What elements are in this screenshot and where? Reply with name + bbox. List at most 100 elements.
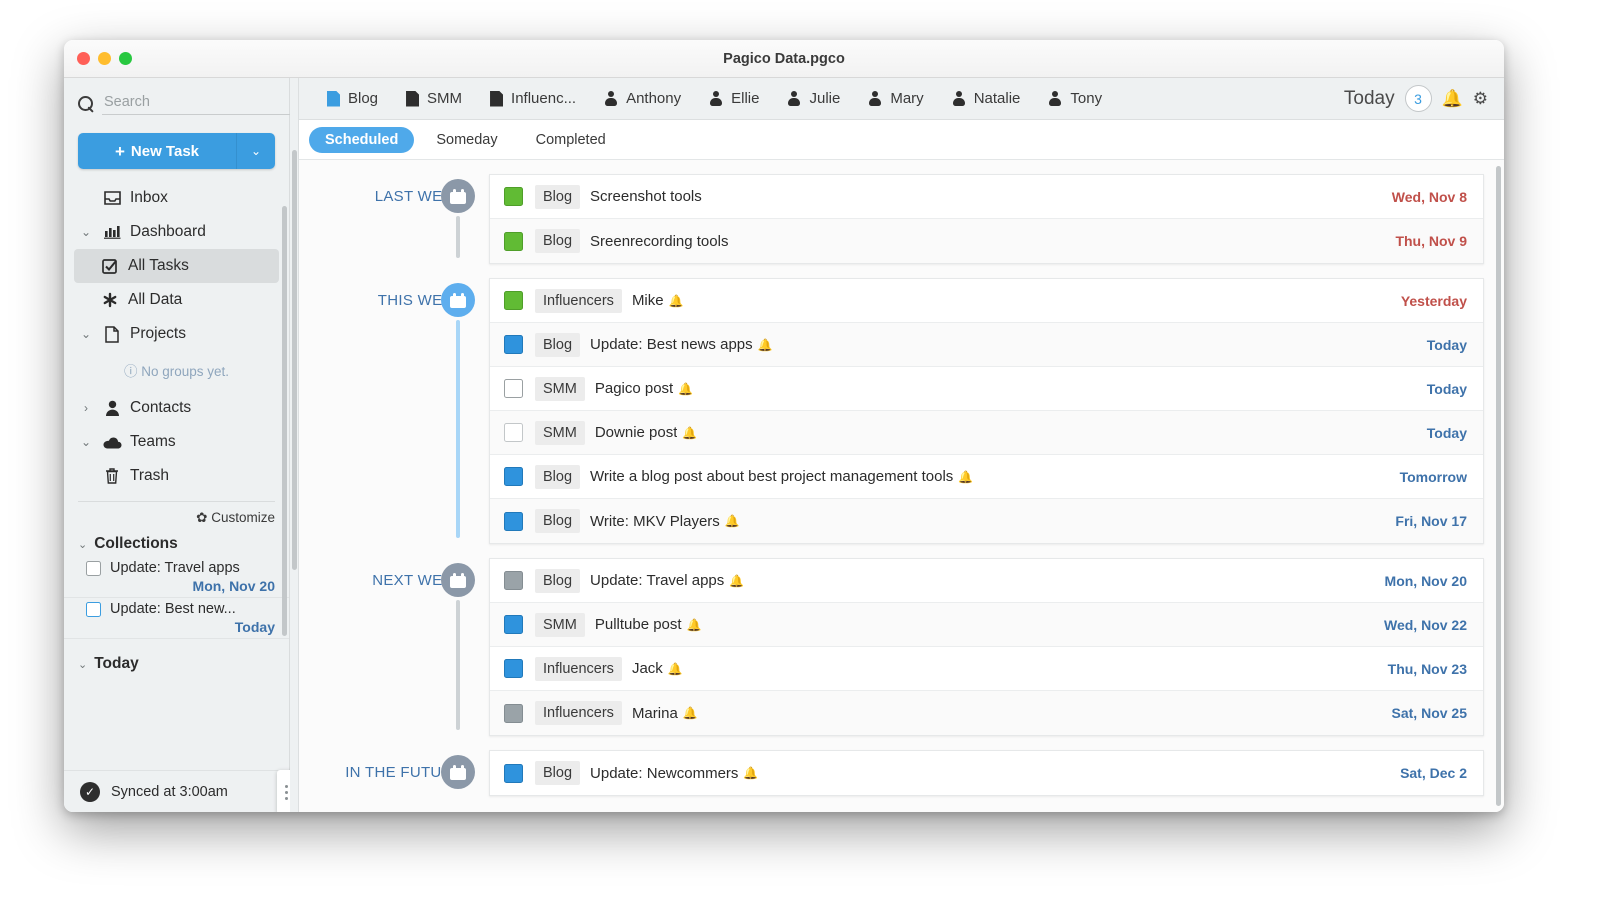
tab-julie[interactable]: Julie bbox=[773, 78, 854, 120]
today-count-badge[interactable]: 3 bbox=[1404, 85, 1432, 112]
minimize-button[interactable] bbox=[98, 52, 111, 65]
chevron-down-icon[interactable]: ⌄ bbox=[78, 538, 87, 551]
tab-mary[interactable]: Mary bbox=[854, 78, 937, 120]
task-checkbox[interactable] bbox=[504, 379, 523, 398]
task-checkbox[interactable] bbox=[504, 763, 523, 783]
table-row[interactable]: Blog Write: MKV Players 🔔 Fri, Nov 17 bbox=[490, 499, 1483, 543]
task-checkbox[interactable] bbox=[504, 335, 523, 354]
table-row[interactable]: Blog Screenshot tools Wed, Nov 8 bbox=[490, 175, 1483, 219]
task-checkbox[interactable] bbox=[504, 187, 523, 206]
customize-button[interactable]: ✿ Customize bbox=[64, 502, 289, 528]
collections-header[interactable]: ⌄ Collections bbox=[64, 528, 289, 557]
tab-scheduled[interactable]: Scheduled bbox=[309, 126, 415, 153]
table-row[interactable]: SMM Pagico post 🔔 Today bbox=[490, 367, 1483, 411]
list-item[interactable]: Update: Travel apps Mon, Nov 20 bbox=[64, 557, 289, 598]
sidebar-item-all-data[interactable]: All Data bbox=[74, 283, 279, 317]
page-icon bbox=[102, 325, 122, 343]
task-checkbox[interactable] bbox=[504, 703, 523, 723]
new-task-button[interactable]: + New Task bbox=[78, 133, 237, 169]
app-window: Pagico Data.pgco + New Task ⌄ bbox=[64, 40, 1504, 812]
task-checkbox[interactable] bbox=[504, 511, 523, 531]
checkbox-checked-icon bbox=[100, 258, 120, 274]
search-input[interactable] bbox=[102, 92, 293, 115]
trash-icon bbox=[102, 468, 122, 484]
task-checkbox[interactable] bbox=[86, 601, 101, 617]
table-row[interactable]: Influencers Marina 🔔 Sat, Nov 25 bbox=[490, 691, 1483, 735]
table-row[interactable]: Influencers Jack 🔔 Thu, Nov 23 bbox=[490, 647, 1483, 691]
task-checkbox[interactable] bbox=[504, 571, 523, 590]
task-title: Update: Travel apps bbox=[590, 572, 725, 589]
tab-ellie[interactable]: Ellie bbox=[695, 78, 773, 120]
tab-completed[interactable]: Completed bbox=[520, 127, 622, 153]
main-scrollbar[interactable] bbox=[1496, 166, 1501, 806]
chevron-right-icon[interactable]: › bbox=[78, 401, 94, 415]
task-group-next-week: NEXT WEEK Blog Update: Travel apps 🔔 Mon… bbox=[299, 544, 1504, 736]
collection-item-title: Update: Best new... bbox=[110, 601, 236, 617]
task-checkbox[interactable] bbox=[504, 615, 523, 634]
table-row[interactable]: Blog Update: Travel apps 🔔 Mon, Nov 20 bbox=[490, 559, 1483, 603]
collections-label: Collections bbox=[94, 535, 178, 552]
today-label[interactable]: Today bbox=[1344, 88, 1395, 110]
sidebar-item-label: Contacts bbox=[130, 399, 192, 416]
bell-icon[interactable]: 🔔 bbox=[1442, 89, 1463, 109]
chevron-down-icon[interactable]: ⌄ bbox=[78, 225, 94, 239]
splitter-scrollbar[interactable] bbox=[292, 150, 297, 570]
sidebar-item-inbox[interactable]: Inbox bbox=[74, 181, 279, 215]
tab-tony[interactable]: Tony bbox=[1034, 78, 1116, 120]
chevron-down-icon[interactable]: ⌄ bbox=[78, 327, 94, 341]
table-row[interactable]: SMM Downie post 🔔 Today bbox=[490, 411, 1483, 455]
task-tag: SMM bbox=[535, 376, 585, 401]
task-date: Wed, Nov 22 bbox=[1384, 616, 1467, 633]
sidebar-item-all-tasks[interactable]: All Tasks bbox=[74, 249, 279, 283]
task-checkbox[interactable] bbox=[504, 291, 523, 310]
sidebar-scrollbar[interactable] bbox=[282, 206, 287, 636]
gear-icon[interactable]: ⚙ bbox=[1473, 89, 1488, 109]
group-rows: Blog Update: Travel apps 🔔 Mon, Nov 20 S… bbox=[489, 558, 1484, 736]
table-row[interactable]: Blog Update: Best news apps 🔔 Today bbox=[490, 323, 1483, 367]
chevron-down-icon[interactable]: ⌄ bbox=[78, 435, 94, 449]
task-checkbox[interactable] bbox=[86, 560, 101, 576]
task-checkbox[interactable] bbox=[504, 467, 523, 486]
desktop-background: Pagico Data.pgco + New Task ⌄ bbox=[0, 0, 1600, 912]
tab-blog[interactable]: Blog bbox=[313, 78, 392, 120]
tab-anthony[interactable]: Anthony bbox=[590, 78, 695, 120]
close-button[interactable] bbox=[77, 52, 90, 65]
sidebar-item-label: Projects bbox=[130, 325, 186, 342]
tab-label: Tony bbox=[1070, 90, 1103, 107]
sidebar-item-trash[interactable]: Trash bbox=[74, 459, 279, 493]
chevron-down-icon[interactable]: ⌄ bbox=[78, 658, 87, 671]
task-title: Write: MKV Players bbox=[590, 512, 720, 530]
table-row[interactable]: SMM Pulltube post 🔔 Wed, Nov 22 bbox=[490, 603, 1483, 647]
task-title: Downie post bbox=[594, 424, 678, 441]
maximize-button[interactable] bbox=[119, 52, 132, 65]
panel-splitter[interactable] bbox=[290, 78, 299, 812]
table-row[interactable]: Blog Write a blog post about best projec… bbox=[490, 455, 1483, 499]
task-title: Update: Newcommers bbox=[590, 764, 739, 782]
task-checkbox[interactable] bbox=[504, 423, 523, 442]
sidebar-item-teams[interactable]: ⌄ Teams bbox=[74, 425, 279, 459]
list-item[interactable]: Update: Best new... Today bbox=[64, 598, 289, 639]
table-row[interactable]: Blog Update: Newcommers 🔔 Sat, Dec 2 bbox=[490, 751, 1483, 795]
task-title: Screenshot tools bbox=[590, 188, 702, 205]
tab-influencers[interactable]: Influenc... bbox=[476, 78, 590, 120]
task-checkbox[interactable] bbox=[504, 659, 523, 678]
sidebar-item-dashboard[interactable]: ⌄ Dashboard bbox=[74, 215, 279, 249]
sidebar-item-projects[interactable]: ⌄ Projects bbox=[74, 317, 279, 351]
tab-smm[interactable]: SMM bbox=[392, 78, 476, 120]
reminder-bell-icon: 🔔 bbox=[667, 661, 683, 676]
calendar-icon bbox=[441, 283, 475, 317]
table-row[interactable]: Blog Sreenrecording tools Thu, Nov 9 bbox=[490, 219, 1483, 263]
tab-natalie[interactable]: Natalie bbox=[938, 78, 1035, 120]
sidebar-item-contacts[interactable]: › Contacts bbox=[74, 391, 279, 425]
table-row[interactable]: Influencers Mike 🔔 Yesterday bbox=[490, 279, 1483, 323]
sidebar-item-label: All Tasks bbox=[128, 257, 189, 274]
today-group-header[interactable]: ⌄ Today bbox=[64, 639, 289, 677]
task-checkbox[interactable] bbox=[504, 231, 523, 251]
sidebar: + New Task ⌄ Inbox bbox=[64, 78, 319, 812]
window-controls[interactable] bbox=[77, 52, 132, 65]
new-task-dropdown-button[interactable]: ⌄ bbox=[237, 133, 275, 169]
group-rows: Blog Update: Newcommers 🔔 Sat, Dec 2 bbox=[489, 750, 1484, 796]
tab-someday[interactable]: Someday bbox=[420, 127, 513, 153]
calendar-icon bbox=[441, 179, 475, 213]
task-title: Pagico post bbox=[594, 380, 674, 397]
